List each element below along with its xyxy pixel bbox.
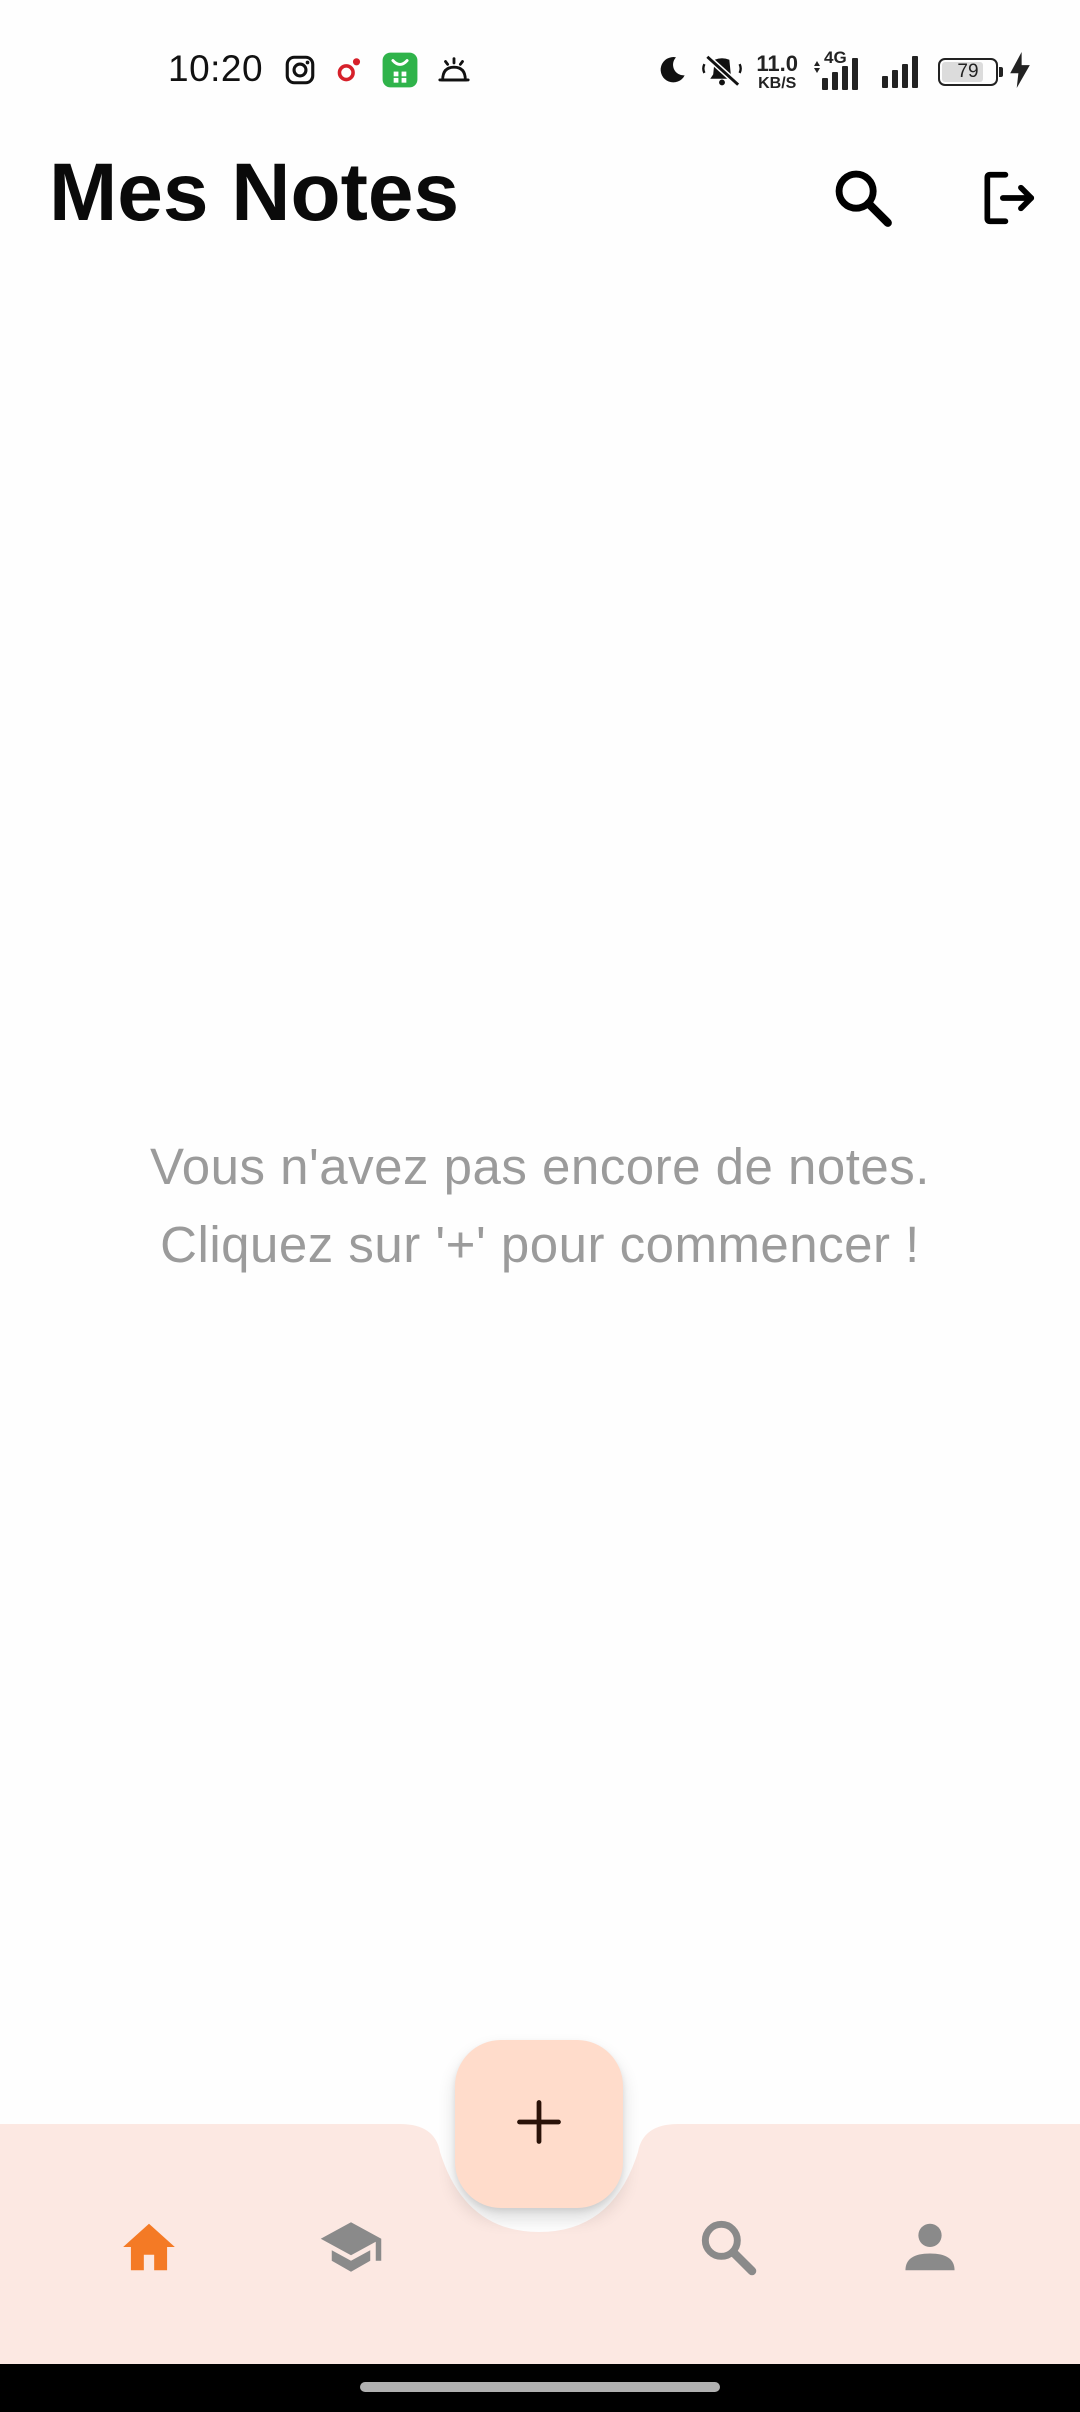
home-icon xyxy=(118,2216,180,2283)
person-icon xyxy=(899,2216,961,2283)
empty-state-line-1: Vous n'avez pas encore de notes. xyxy=(150,1138,930,1195)
search-icon xyxy=(830,165,896,236)
status-notification-icons xyxy=(283,52,471,92)
signal-4g-icon: 4G xyxy=(810,48,868,92)
empty-state-message: Vous n'avez pas encore de notes. Cliquez… xyxy=(0,1128,1080,1284)
add-note-button[interactable] xyxy=(455,2040,623,2208)
home-indicator[interactable] xyxy=(360,2382,720,2392)
alarm-icon xyxy=(437,53,471,92)
page-title: Mes Notes xyxy=(49,147,460,238)
status-system-icons: 11.0 KB/S 4G 79 xyxy=(656,48,1030,95)
network-speed-unit: KB/S xyxy=(758,74,797,92)
nav-profile[interactable] xyxy=(885,2204,975,2294)
logout-icon xyxy=(977,167,1039,234)
network-speed: 11.0 KB/S xyxy=(756,50,798,92)
status-time: 10:20 xyxy=(168,48,264,89)
instagram-icon xyxy=(283,53,317,92)
mute-icon xyxy=(700,52,744,93)
system-navigation-bar xyxy=(0,2364,1080,2412)
plus-icon xyxy=(513,2096,565,2153)
moon-icon xyxy=(656,54,688,91)
notification-dot-icon xyxy=(335,55,363,90)
app-store-icon xyxy=(381,51,419,94)
status-bar: 10:20 11.0 KB/S 4G 79 xyxy=(0,0,1080,140)
search-button[interactable] xyxy=(823,160,903,240)
battery-icon: 79 xyxy=(938,58,1003,86)
network-speed-value: 11.0 xyxy=(756,50,798,76)
battery-level: 79 xyxy=(957,61,979,82)
nav-search[interactable] xyxy=(683,2204,773,2294)
graduation-cap-icon xyxy=(318,2214,384,2285)
search-icon xyxy=(696,2215,760,2284)
empty-state-line-2: Cliquez sur '+' pour commencer ! xyxy=(160,1216,920,1273)
nav-courses[interactable] xyxy=(306,2204,396,2294)
signal-strength-icon xyxy=(880,50,926,95)
logout-button[interactable] xyxy=(968,160,1048,240)
charging-icon xyxy=(1010,51,1030,93)
nav-home[interactable] xyxy=(104,2204,194,2294)
